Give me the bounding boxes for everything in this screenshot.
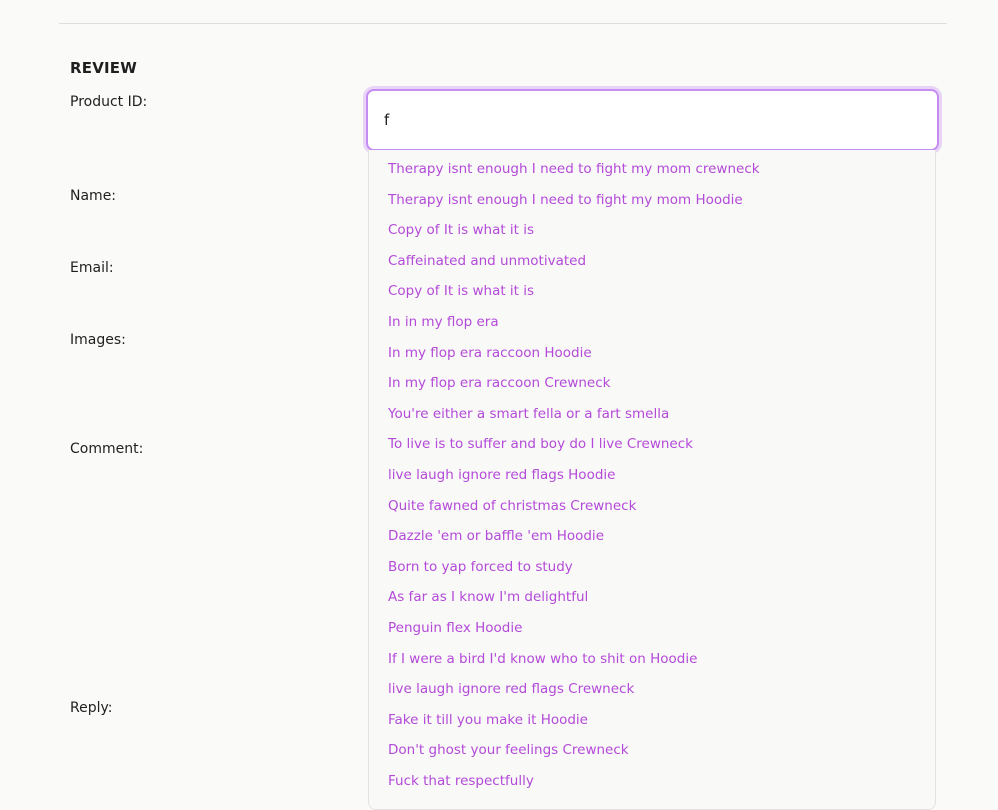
top-divider	[59, 23, 947, 24]
suggestion-item[interactable]: Fake it till you make it Hoodie	[369, 705, 935, 736]
suggestion-item[interactable]: Fuck that respectfully	[369, 766, 935, 797]
comment-label: Comment:	[70, 441, 144, 457]
suggestion-item[interactable]: Quite fawned of christmas Crewneck	[369, 491, 935, 522]
suggestion-item[interactable]: Penguin flex Hoodie	[369, 613, 935, 644]
suggestion-item[interactable]: Copy of It is what it is	[369, 215, 935, 246]
suggestion-item[interactable]: Copy of It is what it is	[369, 276, 935, 307]
suggestion-item[interactable]: In my flop era raccoon Hoodie	[369, 338, 935, 369]
product-id-label: Product ID:	[70, 94, 148, 110]
suggestion-item[interactable]: In in my flop era	[369, 307, 935, 338]
suggestion-item[interactable]: Born to yap forced to study	[369, 552, 935, 583]
product-id-input[interactable]	[366, 89, 939, 151]
suggestion-item[interactable]: Caffeinated and unmotivated	[369, 246, 935, 277]
suggestion-item[interactable]: Therapy isnt enough I need to fight my m…	[369, 154, 935, 185]
suggestion-item[interactable]: Therapy isnt enough I need to fight my m…	[369, 185, 935, 216]
suggestion-item[interactable]: Don't ghost your feelings Crewneck	[369, 735, 935, 766]
section-title: REVIEW	[70, 59, 137, 77]
suggestion-item[interactable]: As far as I know I'm delightful	[369, 582, 935, 613]
name-label: Name:	[70, 188, 117, 204]
suggestion-item[interactable]: You're either a smart fella or a fart sm…	[369, 399, 935, 430]
email-label: Email:	[70, 260, 114, 276]
suggestion-item[interactable]: Dazzle 'em or baffle 'em Hoodie	[369, 521, 935, 552]
suggestion-item[interactable]: live laugh ignore red flags Hoodie	[369, 460, 935, 491]
product-suggestions-dropdown: Therapy isnt enough I need to fight my m…	[368, 150, 936, 810]
reply-label: Reply:	[70, 700, 113, 716]
suggestion-item[interactable]: To live is to suffer and boy do I live C…	[369, 429, 935, 460]
images-label: Images:	[70, 332, 126, 348]
suggestion-item[interactable]: In my flop era raccoon Crewneck	[369, 368, 935, 399]
suggestion-item[interactable]: live laugh ignore red flags Crewneck	[369, 674, 935, 705]
suggestion-item[interactable]: If I were a bird I'd know who to shit on…	[369, 644, 935, 675]
